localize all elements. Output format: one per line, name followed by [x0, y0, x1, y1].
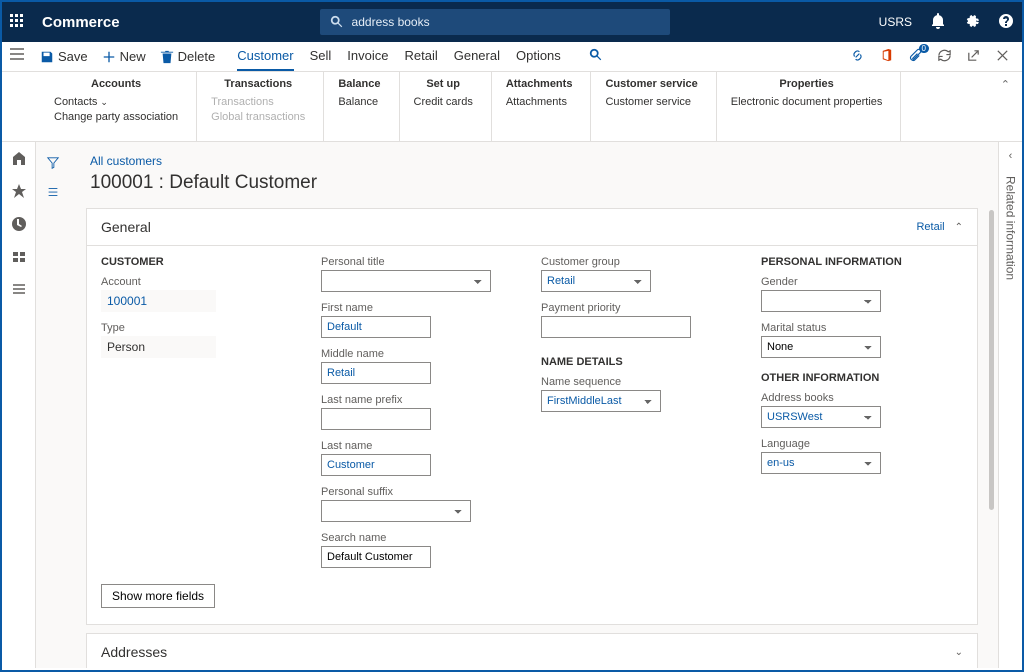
ribbon-item-credit-cards[interactable]: Credit cards [414, 96, 473, 108]
office-icon[interactable] [879, 48, 894, 66]
last-name-input[interactable] [321, 454, 431, 476]
chevron-up-icon: ⌃ [955, 222, 963, 233]
delete-button[interactable]: Delete [160, 49, 216, 64]
modules-icon[interactable] [11, 282, 27, 301]
waffle-icon[interactable] [10, 14, 26, 30]
lastname-prefix-input[interactable] [321, 408, 431, 430]
command-bar: Save New Delete Customer Sell Invoice Re… [2, 42, 1022, 72]
search-icon [330, 15, 344, 29]
chevron-down-icon: ⌄ [955, 647, 963, 658]
page-action-rail [36, 142, 70, 668]
ribbon-group-balance: Balance Balance [324, 72, 399, 141]
ribbon-item-customer-service[interactable]: Customer service [605, 96, 697, 108]
show-more-fields-button[interactable]: Show more fields [101, 584, 215, 608]
new-button[interactable]: New [102, 49, 146, 64]
related-info-pane: ‹ Related information [998, 142, 1022, 668]
page-content: All customers 100001 : Default Customer … [70, 142, 998, 668]
customer-group-select[interactable]: Retail [541, 270, 651, 292]
ribbon-item-edoc-properties[interactable]: Electronic document properties [731, 96, 883, 108]
personal-title-select[interactable] [321, 270, 491, 292]
scrollbar[interactable] [989, 210, 994, 510]
address-books-select[interactable]: USRSWest [761, 406, 881, 428]
refresh-icon[interactable] [937, 48, 952, 66]
left-nav-rail [2, 142, 36, 668]
panel-addresses-header[interactable]: Addresses ⌄ [87, 634, 977, 668]
col-name: Personal title First name Middle name La… [321, 256, 501, 578]
tab-customer[interactable]: Customer [237, 42, 293, 71]
gender-select[interactable] [761, 290, 881, 312]
tab-invoice[interactable]: Invoice [347, 42, 388, 71]
col-other: PERSONAL INFORMATION Gender Marital stat… [761, 256, 941, 578]
middle-name-input[interactable] [321, 362, 431, 384]
type-value: Person [101, 336, 216, 358]
global-search-input[interactable] [352, 15, 660, 29]
attachments-count-icon[interactable]: 0 [908, 48, 923, 66]
ribbon-item-attachments[interactable]: Attachments [506, 96, 573, 108]
first-name-input[interactable] [321, 316, 431, 338]
panel-addresses: Addresses ⌄ [86, 633, 978, 668]
close-icon[interactable] [995, 48, 1010, 66]
related-information-tab[interactable]: Related information [1004, 176, 1018, 280]
ribbon-group-transactions: Transactions Transactions Global transac… [197, 72, 324, 141]
marital-select[interactable]: None [761, 336, 881, 358]
ribbon-group-accounts: Accounts Contacts⌄ Change party associat… [40, 72, 197, 141]
payment-priority-input[interactable] [541, 316, 691, 338]
col-customer: CUSTOMER Account 100001 Type Person [101, 256, 281, 578]
tab-sell[interactable]: Sell [310, 42, 332, 71]
name-sequence-select[interactable]: FirstMiddleLast [541, 390, 661, 412]
home-icon[interactable] [11, 150, 27, 169]
ribbon-item-change-party[interactable]: Change party association [54, 111, 178, 123]
product-brand: Commerce [42, 14, 120, 31]
workspaces-icon[interactable] [11, 249, 27, 268]
tabs-search-icon[interactable] [589, 48, 603, 65]
filter-icon[interactable] [46, 156, 60, 173]
ribbon-collapse-icon[interactable]: ⌃ [989, 72, 1022, 141]
help-icon[interactable] [998, 13, 1014, 32]
panel-badge: Retail [916, 221, 944, 233]
global-header: Commerce USRS [2, 2, 1022, 42]
personal-suffix-select[interactable] [321, 500, 471, 522]
ribbon-group-customer-service: Customer service Customer service [591, 72, 716, 141]
recent-icon[interactable] [11, 216, 27, 235]
link-icon[interactable] [850, 48, 865, 66]
global-search[interactable] [320, 9, 670, 35]
ribbon-item-global-transactions: Global transactions [211, 111, 305, 123]
language-select[interactable]: en-us [761, 452, 881, 474]
nav-toggle-icon[interactable] [10, 48, 24, 63]
tab-retail[interactable]: Retail [404, 42, 437, 71]
popout-icon[interactable] [966, 48, 981, 66]
tab-general[interactable]: General [454, 42, 500, 71]
account-value: 100001 [101, 290, 216, 312]
panel-general: General Retail ⌃ CUSTOMER Account 100001 [86, 208, 978, 625]
tab-options[interactable]: Options [516, 42, 561, 71]
save-button[interactable]: Save [40, 49, 88, 64]
gear-icon[interactable] [964, 13, 980, 32]
chevron-left-icon[interactable]: ‹ [1009, 150, 1013, 162]
search-name-input[interactable] [321, 546, 431, 568]
page-title: 100001 : Default Customer [90, 172, 978, 194]
ribbon: Accounts Contacts⌄ Change party associat… [2, 72, 1022, 142]
ribbon-group-attachments: Attachments Attachments [492, 72, 592, 141]
ribbon-group-setup: Set up Credit cards [400, 72, 492, 141]
breadcrumb[interactable]: All customers [90, 154, 978, 168]
user-label[interactable]: USRS [879, 15, 912, 29]
notifications-icon[interactable] [930, 13, 946, 32]
ribbon-item-balance[interactable]: Balance [338, 96, 380, 108]
ribbon-item-contacts[interactable]: Contacts⌄ [54, 96, 178, 108]
favorites-icon[interactable] [11, 183, 27, 202]
panel-general-header[interactable]: General Retail ⌃ [87, 209, 977, 245]
ribbon-item-transactions: Transactions [211, 96, 305, 108]
list-icon[interactable] [46, 185, 60, 202]
ribbon-group-properties: Properties Electronic document propertie… [717, 72, 902, 141]
col-groups: Customer group Retail Payment priority N… [541, 256, 721, 578]
